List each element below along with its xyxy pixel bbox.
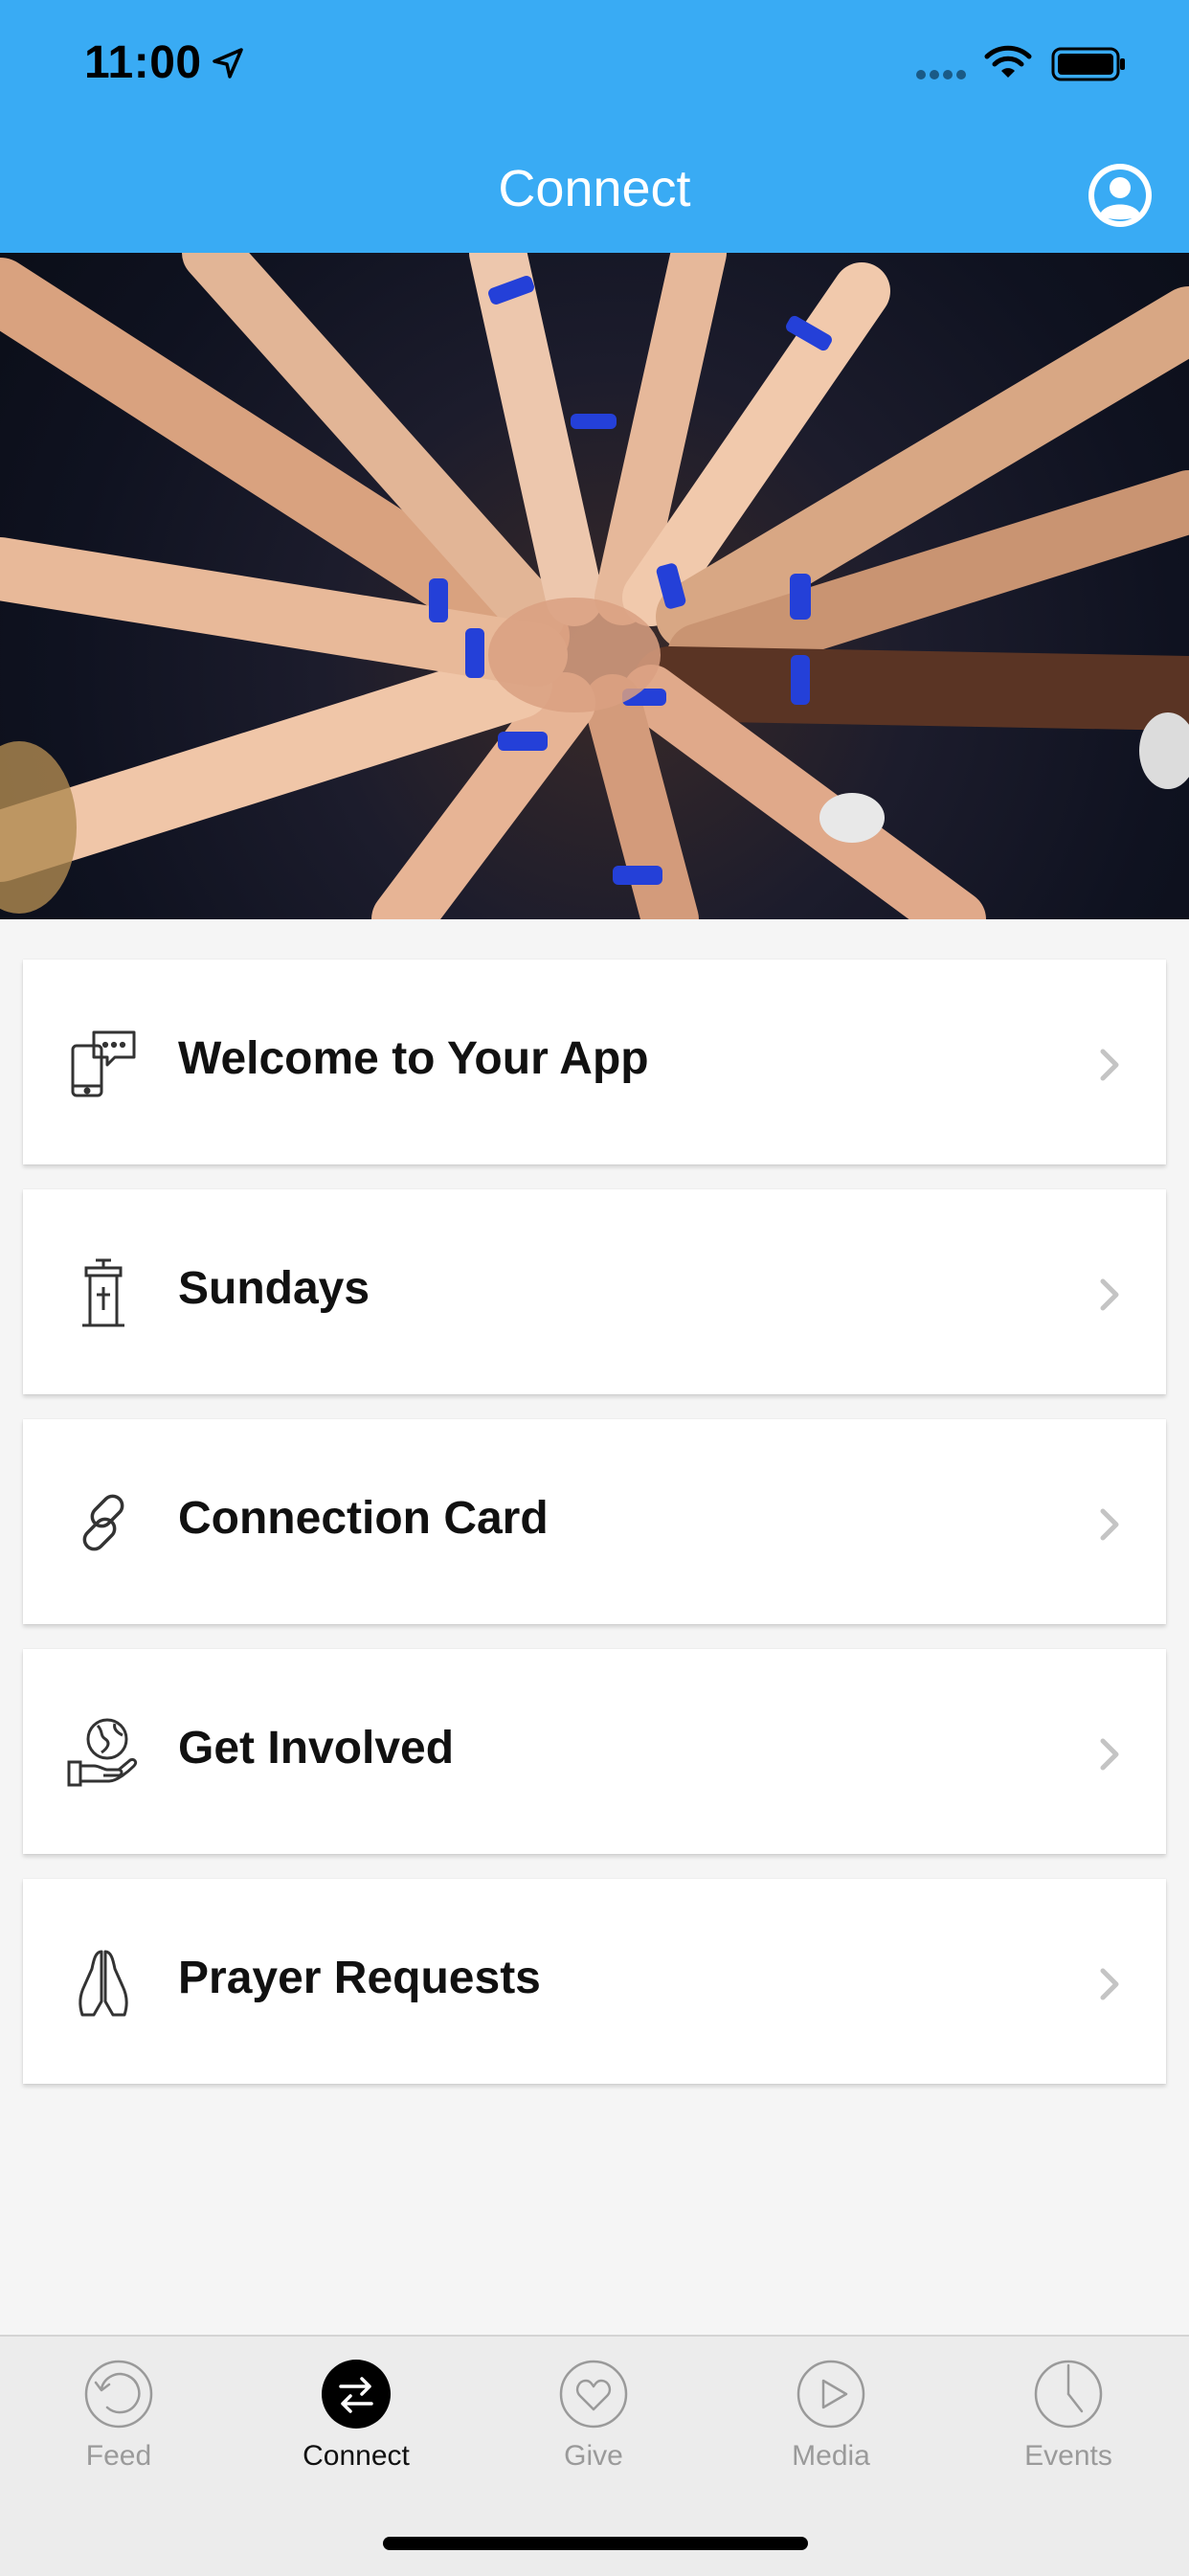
praying-hands-icon bbox=[79, 1950, 128, 2017]
hero-image bbox=[0, 253, 1189, 919]
menu-item-label: Welcome to Your App bbox=[178, 1033, 649, 1084]
menu-item-label: Sundays bbox=[178, 1263, 370, 1314]
connect-icon bbox=[322, 2360, 391, 2429]
menu-item-label: Prayer Requests bbox=[178, 1953, 541, 2003]
signal-icon bbox=[916, 70, 966, 79]
menu-item-label: Connection Card bbox=[178, 1493, 549, 1544]
tab-connect[interactable]: Connect bbox=[237, 2337, 475, 2528]
tab-label: Media bbox=[792, 2440, 870, 2472]
menu-item-label: Get Involved bbox=[178, 1723, 455, 1774]
tab-label: Give bbox=[564, 2440, 623, 2472]
battery-icon bbox=[1051, 47, 1125, 81]
tab-label: Connect bbox=[303, 2440, 410, 2472]
chevron-right-icon bbox=[1100, 1049, 1119, 1081]
phone-chat-icon bbox=[71, 1030, 136, 1097]
tab-give[interactable]: Give bbox=[475, 2337, 712, 2528]
globe-hand-icon bbox=[67, 1718, 138, 1787]
play-icon bbox=[796, 2360, 865, 2429]
hands-together-photo bbox=[0, 253, 1189, 919]
link-icon bbox=[82, 1494, 124, 1551]
tab-feed[interactable]: Feed bbox=[0, 2337, 237, 2528]
chevron-right-icon bbox=[1100, 1738, 1119, 1771]
menu-item-prayer-requests[interactable]: Prayer Requests bbox=[23, 1879, 1166, 2084]
tab-media[interactable]: Media bbox=[712, 2337, 950, 2528]
menu-item-welcome[interactable]: Welcome to Your App bbox=[23, 960, 1166, 1164]
tab-label: Events bbox=[1024, 2440, 1112, 2472]
chevron-right-icon bbox=[1100, 1968, 1119, 2000]
status-time: 11:00 bbox=[84, 37, 202, 88]
menu-item-connection-card[interactable]: Connection Card bbox=[23, 1419, 1166, 1624]
tab-events[interactable]: Events bbox=[950, 2337, 1187, 2528]
pulpit-icon bbox=[82, 1258, 124, 1327]
location-arrow-icon bbox=[213, 48, 243, 79]
chevron-right-icon bbox=[1100, 1278, 1119, 1311]
home-indicator bbox=[383, 2537, 808, 2550]
page-title: Connect bbox=[498, 160, 691, 217]
wifi-icon bbox=[984, 45, 1032, 78]
menu-item-get-involved[interactable]: Get Involved bbox=[23, 1649, 1166, 1854]
profile-icon[interactable] bbox=[1086, 161, 1155, 230]
clock-icon bbox=[1034, 2360, 1103, 2429]
menu-item-sundays[interactable]: Sundays bbox=[23, 1189, 1166, 1394]
chevron-right-icon bbox=[1100, 1508, 1119, 1541]
heart-icon bbox=[559, 2360, 628, 2429]
header: 11:00 Connect bbox=[0, 0, 1189, 253]
tab-label: Feed bbox=[85, 2440, 152, 2472]
feed-icon bbox=[84, 2360, 153, 2429]
